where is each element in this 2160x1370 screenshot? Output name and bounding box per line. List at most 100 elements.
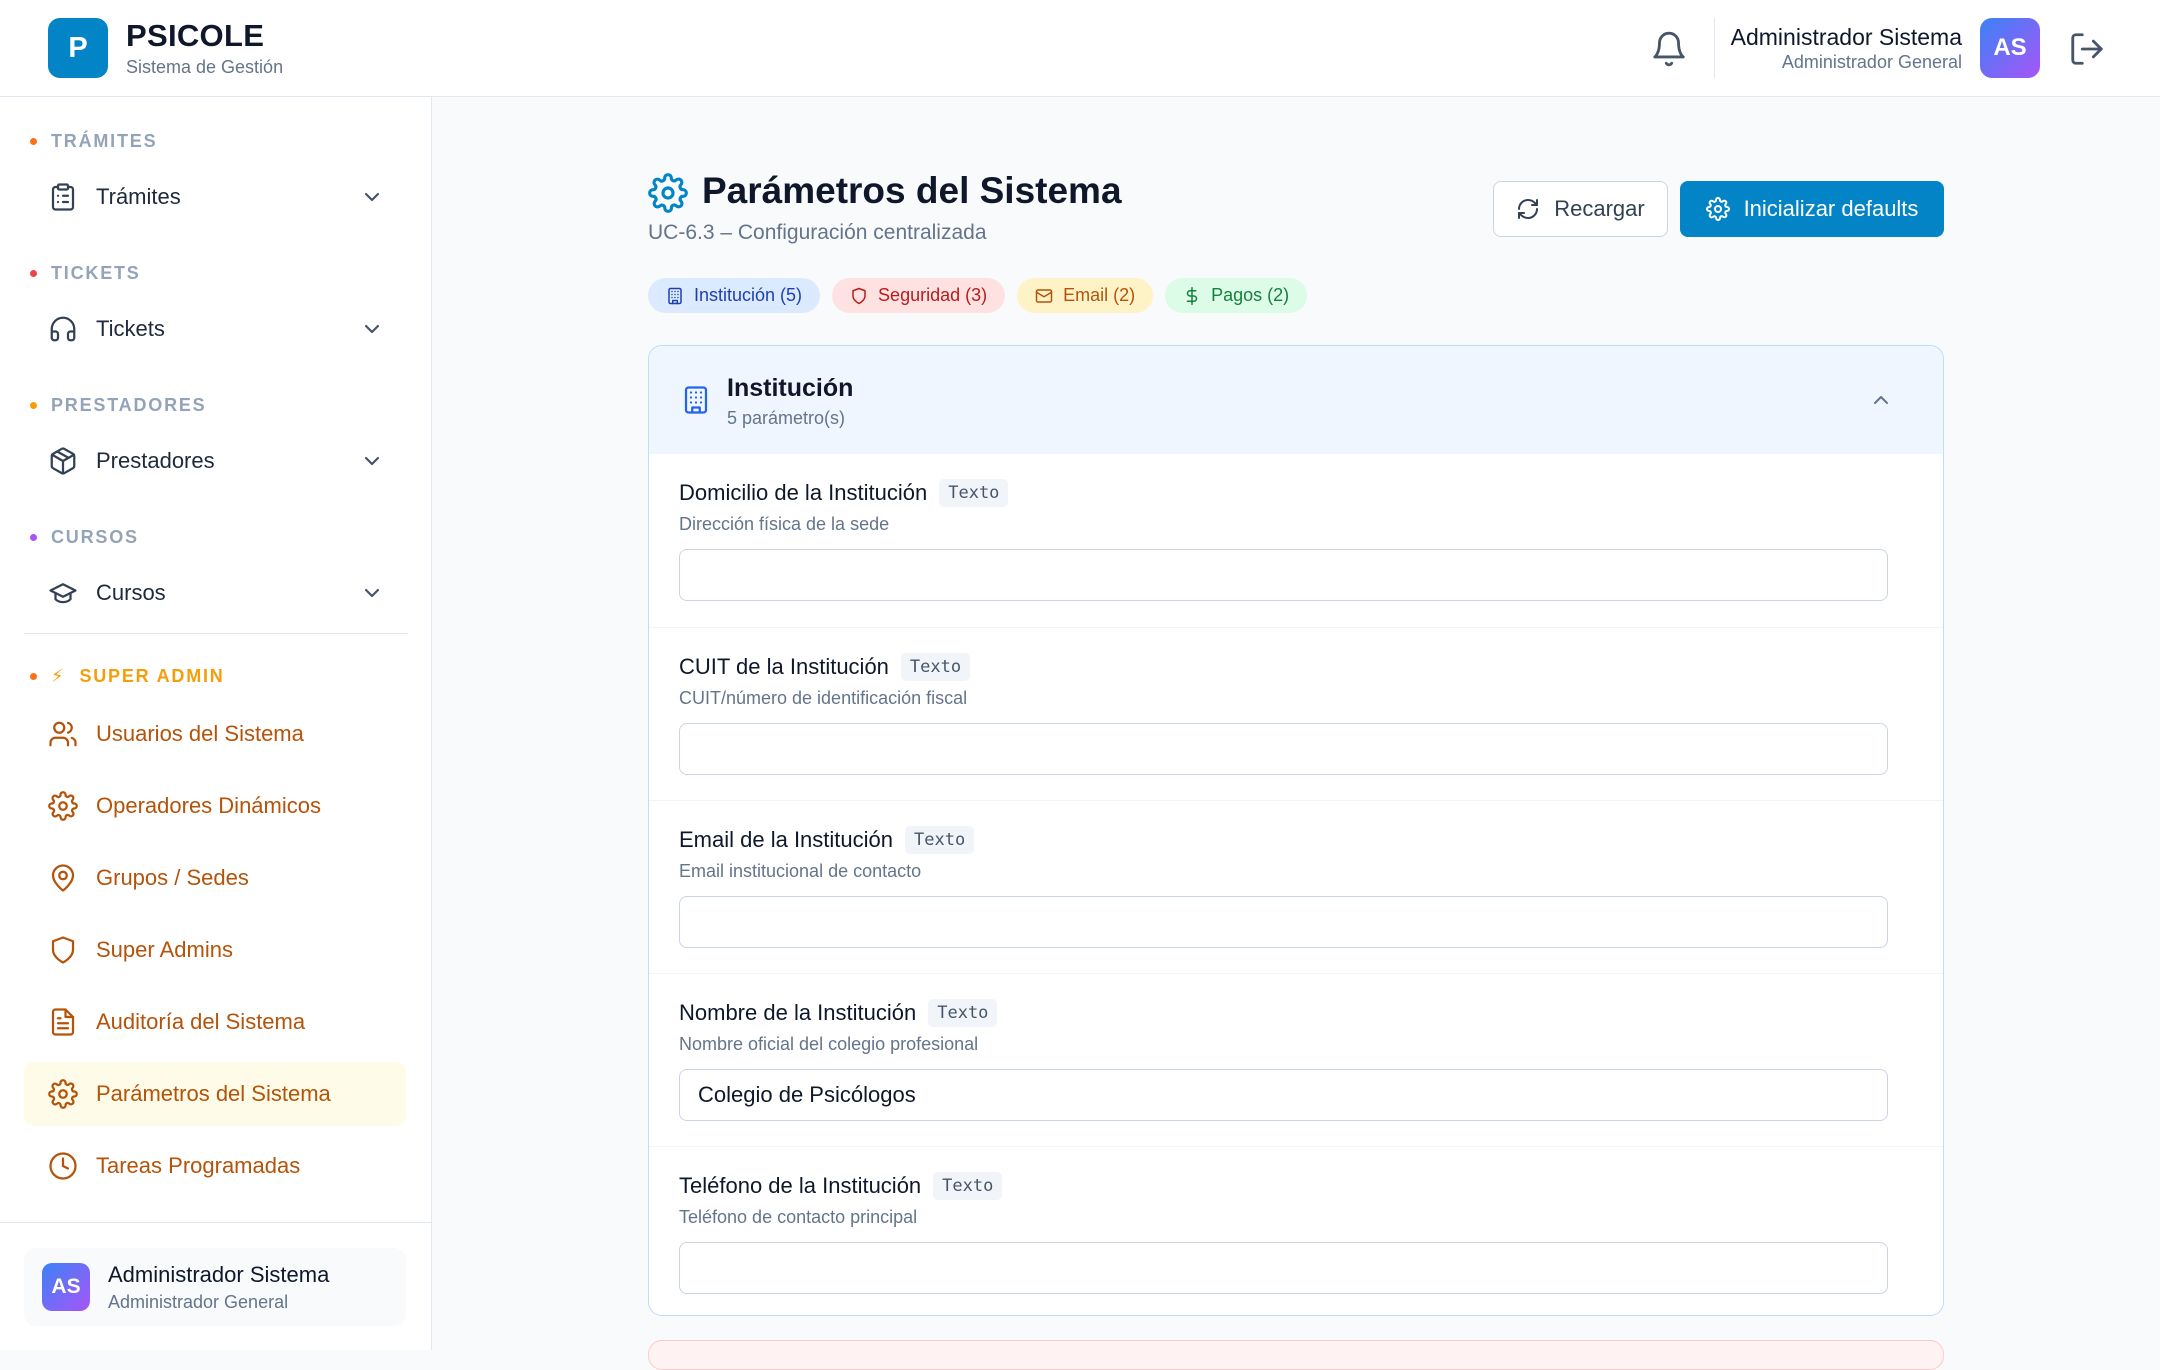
- parameter-row: Domicilio de la Institución Texto Direcci…: [649, 454, 1943, 627]
- parameter-group-count: 5 parámetro(s): [727, 408, 846, 428]
- sidebar-item-usuarios[interactable]: Usuarios del Sistema: [24, 702, 406, 766]
- gear-icon: [48, 791, 78, 821]
- page-subtitle: UC-6.3 – Configuración centralizada: [648, 221, 987, 244]
- init-defaults-button[interactable]: Inicializar defaults: [1680, 181, 1944, 237]
- sidebar-section-title: CURSOS: [30, 527, 139, 548]
- mail-icon: [1035, 287, 1053, 305]
- sidebar-item-label: Prestadores: [96, 448, 215, 473]
- parameter-label: Domicilio de la Institución Texto: [679, 479, 1009, 507]
- sidebar-section-title-super-admin: ⚡ SUPER ADMIN: [30, 666, 225, 687]
- logout-icon[interactable]: [2068, 30, 2106, 68]
- sidebar-section-title: TRÁMITES: [30, 131, 157, 152]
- parameter-group-card-seguridad[interactable]: [648, 1340, 1944, 1370]
- parameter-row: Nombre de la Institución Texto Nombre ofi…: [649, 973, 1943, 1146]
- headphones-icon: [48, 314, 78, 344]
- sidebar-item-label: Parámetros del Sistema: [96, 1081, 331, 1106]
- chip-label: Pagos (2): [1211, 285, 1290, 305]
- header-user-name: Administrador Sistema: [1730, 24, 1962, 50]
- sidebar-item-tramites[interactable]: Trámites: [48, 174, 384, 220]
- sidebar-section-title: TICKETS: [30, 263, 141, 284]
- sidebar-item-tickets[interactable]: Tickets: [48, 306, 384, 352]
- domicilio-input[interactable]: [679, 549, 1888, 601]
- sidebar-item-label: Grupos / Sedes: [96, 865, 249, 890]
- sidebar-item-label: Cursos: [96, 580, 166, 605]
- sidebar-item-grupos[interactable]: Grupos / Sedes: [24, 846, 406, 910]
- sidebar-item-operadores[interactable]: Operadores Dinámicos: [24, 774, 406, 838]
- parameter-type-badge: Texto: [939, 479, 1009, 507]
- parameter-description: CUIT/número de identificación fiscal: [679, 688, 968, 708]
- chevron-down-icon: [360, 317, 384, 341]
- sidebar-item-label: Operadores Dinámicos: [96, 793, 321, 818]
- parameter-label: Nombre de la Institución Texto: [679, 999, 998, 1027]
- header-user-role: Administrador General: [1781, 52, 1962, 72]
- clipboard-icon: [48, 182, 78, 212]
- sidebar-divider: [24, 633, 408, 634]
- header-divider: [1714, 18, 1715, 78]
- gear-icon: [648, 173, 688, 213]
- parameter-row: Email de la Institución Texto Email insti…: [649, 800, 1943, 973]
- email-input[interactable]: [679, 896, 1888, 948]
- sidebar-item-auditoria[interactable]: Auditoría del Sistema: [24, 990, 406, 1054]
- file-text-icon: [48, 1007, 78, 1037]
- gear-icon: [1705, 197, 1730, 221]
- brand-subtitle: Sistema de Gestión: [126, 57, 284, 77]
- telefono-input[interactable]: [679, 1242, 1888, 1294]
- sidebar-user-name: Administrador Sistema: [108, 1262, 330, 1287]
- parameter-row: CUIT de la Institución Texto CUIT/número …: [649, 627, 1943, 800]
- parameter-type-badge: Texto: [905, 826, 975, 854]
- chevron-down-icon: [360, 185, 384, 209]
- parameter-description: Email institucional de contacto: [679, 861, 922, 881]
- parameter-type-badge: Texto: [928, 999, 998, 1027]
- sidebar-section-title: PRESTADORES: [30, 395, 207, 416]
- refresh-icon: [1516, 197, 1540, 221]
- bell-icon[interactable]: [1650, 30, 1688, 68]
- chip-seguridad[interactable]: Seguridad (3): [832, 278, 1006, 313]
- sidebar-item-label: Tareas Programadas: [96, 1153, 301, 1178]
- chip-label: Institución (5): [694, 285, 803, 305]
- sidebar: TRÁMITES Trámites TICKETS Tickets PRESTA…: [0, 97, 432, 1350]
- parameter-label: Teléfono de la Institución Texto: [679, 1172, 1003, 1200]
- avatar[interactable]: AS: [1980, 18, 2040, 78]
- cuit-input[interactable]: [679, 723, 1888, 775]
- sidebar-item-super-admins[interactable]: Super Admins: [24, 918, 406, 982]
- lightning-icon: ⚡: [51, 666, 66, 686]
- clock-icon: [48, 1151, 78, 1181]
- sidebar-item-tareas[interactable]: Tareas Programadas: [24, 1134, 406, 1198]
- sidebar-item-label: Usuarios del Sistema: [96, 721, 304, 746]
- parameter-row: Teléfono de la Institución Texto Teléfono…: [649, 1146, 1943, 1315]
- building-icon: [681, 385, 711, 415]
- parameter-description: Dirección física de la sede: [679, 514, 890, 534]
- reload-button-label: Recargar: [1554, 196, 1645, 221]
- page-title: Parámetros del Sistema: [702, 170, 1122, 211]
- gear-icon: [48, 1079, 78, 1109]
- sidebar-user-card[interactable]: AS Administrador Sistema Administrador G…: [24, 1248, 406, 1326]
- nombre-input[interactable]: [679, 1069, 1888, 1121]
- chevron-down-icon: [360, 449, 384, 473]
- building-icon: [666, 287, 684, 305]
- sidebar-item-label: Tickets: [96, 316, 165, 341]
- chevron-up-icon[interactable]: [1869, 388, 1893, 412]
- sidebar-item-label: Auditoría del Sistema: [96, 1009, 306, 1034]
- parameter-description: Teléfono de contacto principal: [679, 1207, 918, 1227]
- graduation-cap-icon: [48, 578, 78, 608]
- parameter-type-badge: Texto: [933, 1172, 1003, 1200]
- sidebar-item-prestadores[interactable]: Prestadores: [48, 438, 384, 484]
- category-chips: Institución (5) Seguridad (3) Email (2) …: [648, 278, 1308, 313]
- parameter-group-header[interactable]: Institución 5 parámetro(s): [649, 346, 1943, 454]
- chevron-down-icon: [360, 581, 384, 605]
- parameter-group-card: Institución 5 parámetro(s) Domicilio de …: [648, 345, 1944, 1316]
- chip-pagos[interactable]: Pagos (2): [1165, 278, 1308, 313]
- top-bar: P PSICOLE Sistema de Gestión Administrad…: [0, 0, 2160, 97]
- brand-name: PSICOLE: [126, 18, 265, 53]
- sidebar-item-label: Trámites: [96, 184, 181, 209]
- chip-institucion[interactable]: Institución (5): [648, 278, 821, 313]
- sidebar-item-cursos[interactable]: Cursos: [48, 570, 384, 616]
- shield-icon: [850, 287, 868, 305]
- app-logo[interactable]: P: [48, 18, 108, 78]
- sidebar-item-parametros[interactable]: Parámetros del Sistema: [24, 1062, 406, 1126]
- chip-email[interactable]: Email (2): [1017, 278, 1154, 313]
- parameter-label: CUIT de la Institución Texto: [679, 653, 971, 681]
- avatar: AS: [42, 1263, 90, 1311]
- reload-button[interactable]: Recargar: [1493, 181, 1668, 237]
- shield-icon: [48, 935, 78, 965]
